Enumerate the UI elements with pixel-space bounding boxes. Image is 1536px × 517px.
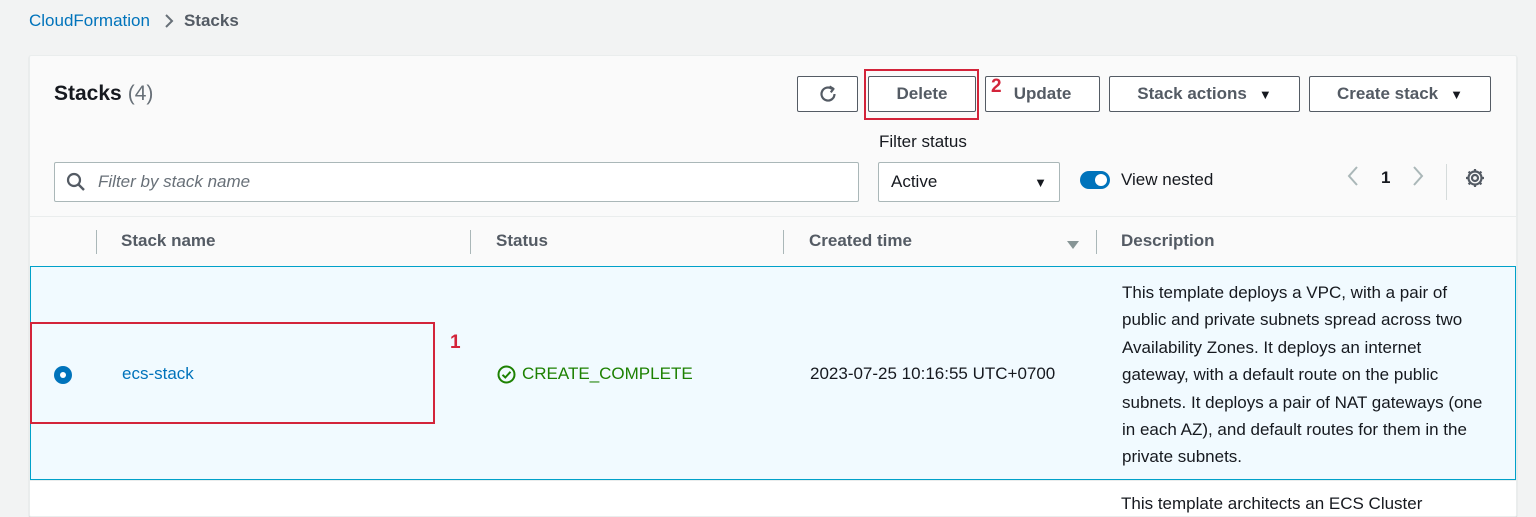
annotation-box-1 <box>30 322 435 424</box>
filter-status-label: Filter status <box>879 132 967 151</box>
column-header-stack-name[interactable]: Stack name <box>121 231 216 251</box>
stack-count: (4) <box>127 82 154 105</box>
stacks-panel: Stacks (4) Delete Update Stack actions ▼ … <box>29 55 1517 517</box>
refresh-button[interactable] <box>797 76 858 112</box>
create-stack-label: Create stack <box>1337 84 1439 103</box>
check-circle-icon <box>497 365 516 384</box>
breadcrumb-cloudformation-link[interactable]: CloudFormation <box>29 11 150 31</box>
search-field[interactable] <box>54 162 859 202</box>
view-nested-label: View nested <box>1121 170 1214 189</box>
annotation-label-2: 2 <box>991 76 1002 97</box>
table-row[interactable]: This template architects an ECS Cluster <box>30 480 1516 516</box>
table-header: Stack name Status Created time Descripti… <box>30 216 1516 268</box>
created-time: 2023-07-25 10:16:55 UTC+0700 <box>810 364 1056 383</box>
stack-description: This template architects an ECS Cluster <box>1121 494 1423 513</box>
column-header-created-time[interactable]: Created time <box>809 231 912 251</box>
breadcrumb: CloudFormation Stacks <box>29 10 239 32</box>
caret-down-icon: ▼ <box>1450 86 1463 102</box>
gear-icon[interactable] <box>1464 167 1486 194</box>
annotation-label-1: 1 <box>450 332 461 353</box>
status-text: CREATE_COMPLETE <box>522 364 693 383</box>
column-divider <box>1096 230 1097 254</box>
page-number[interactable]: 1 <box>1381 168 1390 188</box>
refresh-icon <box>819 85 836 102</box>
annotation-box-2 <box>864 69 979 120</box>
stack-actions-button[interactable]: Stack actions ▼ <box>1109 76 1300 112</box>
chevron-left-icon[interactable] <box>1347 165 1359 192</box>
stack-actions-label: Stack actions <box>1137 84 1247 103</box>
pagination: 1 <box>1347 165 1424 192</box>
chevron-right-icon[interactable] <box>1412 165 1424 192</box>
title-text: Stacks <box>54 82 122 105</box>
column-header-description[interactable]: Description <box>1121 231 1215 251</box>
column-divider <box>470 230 471 254</box>
update-button[interactable]: Update <box>985 76 1100 112</box>
pager-divider <box>1446 164 1447 200</box>
sort-descending-icon[interactable] <box>1066 237 1080 255</box>
status-filter-value: Active <box>891 172 938 191</box>
page-title: Stacks (4) <box>54 82 153 106</box>
caret-down-icon: ▼ <box>1258 86 1272 102</box>
column-header-status[interactable]: Status <box>496 231 548 251</box>
status-filter-select[interactable]: Active ▼ <box>878 162 1060 202</box>
stack-description: This template deploys a VPC, with a pair… <box>1122 283 1483 467</box>
search-icon <box>66 172 85 191</box>
toggle-switch[interactable] <box>1080 171 1110 189</box>
breadcrumb-current: Stacks <box>183 11 239 30</box>
search-input[interactable] <box>96 171 800 193</box>
column-divider <box>783 230 784 254</box>
create-stack-button[interactable]: Create stack ▼ <box>1309 76 1491 112</box>
column-divider <box>96 230 97 254</box>
caret-down-icon: ▼ <box>1034 174 1047 190</box>
status-badge: CREATE_COMPLETE <box>497 364 693 384</box>
chevron-right-icon <box>164 13 174 29</box>
view-nested-toggle[interactable]: View nested <box>1080 170 1213 190</box>
